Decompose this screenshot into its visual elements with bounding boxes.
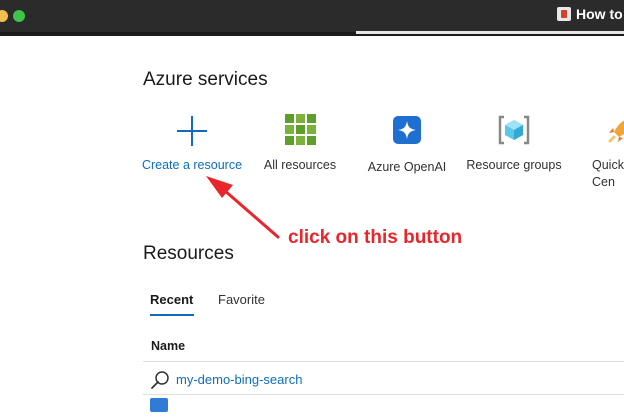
resources-title: Resources — [143, 243, 234, 264]
row-divider — [143, 394, 624, 395]
active-tab-indicator — [150, 314, 194, 316]
annotation-text: click on this button — [288, 227, 463, 248]
table-row[interactable]: my-demo-bing-search — [150, 368, 624, 392]
table-row[interactable] — [150, 398, 624, 418]
header-divider — [143, 361, 624, 362]
tab-recent[interactable]: Recent — [150, 292, 193, 307]
search-icon — [150, 370, 170, 395]
column-header-name[interactable]: Name — [151, 339, 185, 353]
translator-icon — [150, 398, 168, 412]
annotation-arrow-icon — [206, 176, 280, 239]
tab-favorite[interactable]: Favorite — [218, 292, 265, 307]
resource-link[interactable]: my-demo-bing-search — [176, 372, 302, 387]
